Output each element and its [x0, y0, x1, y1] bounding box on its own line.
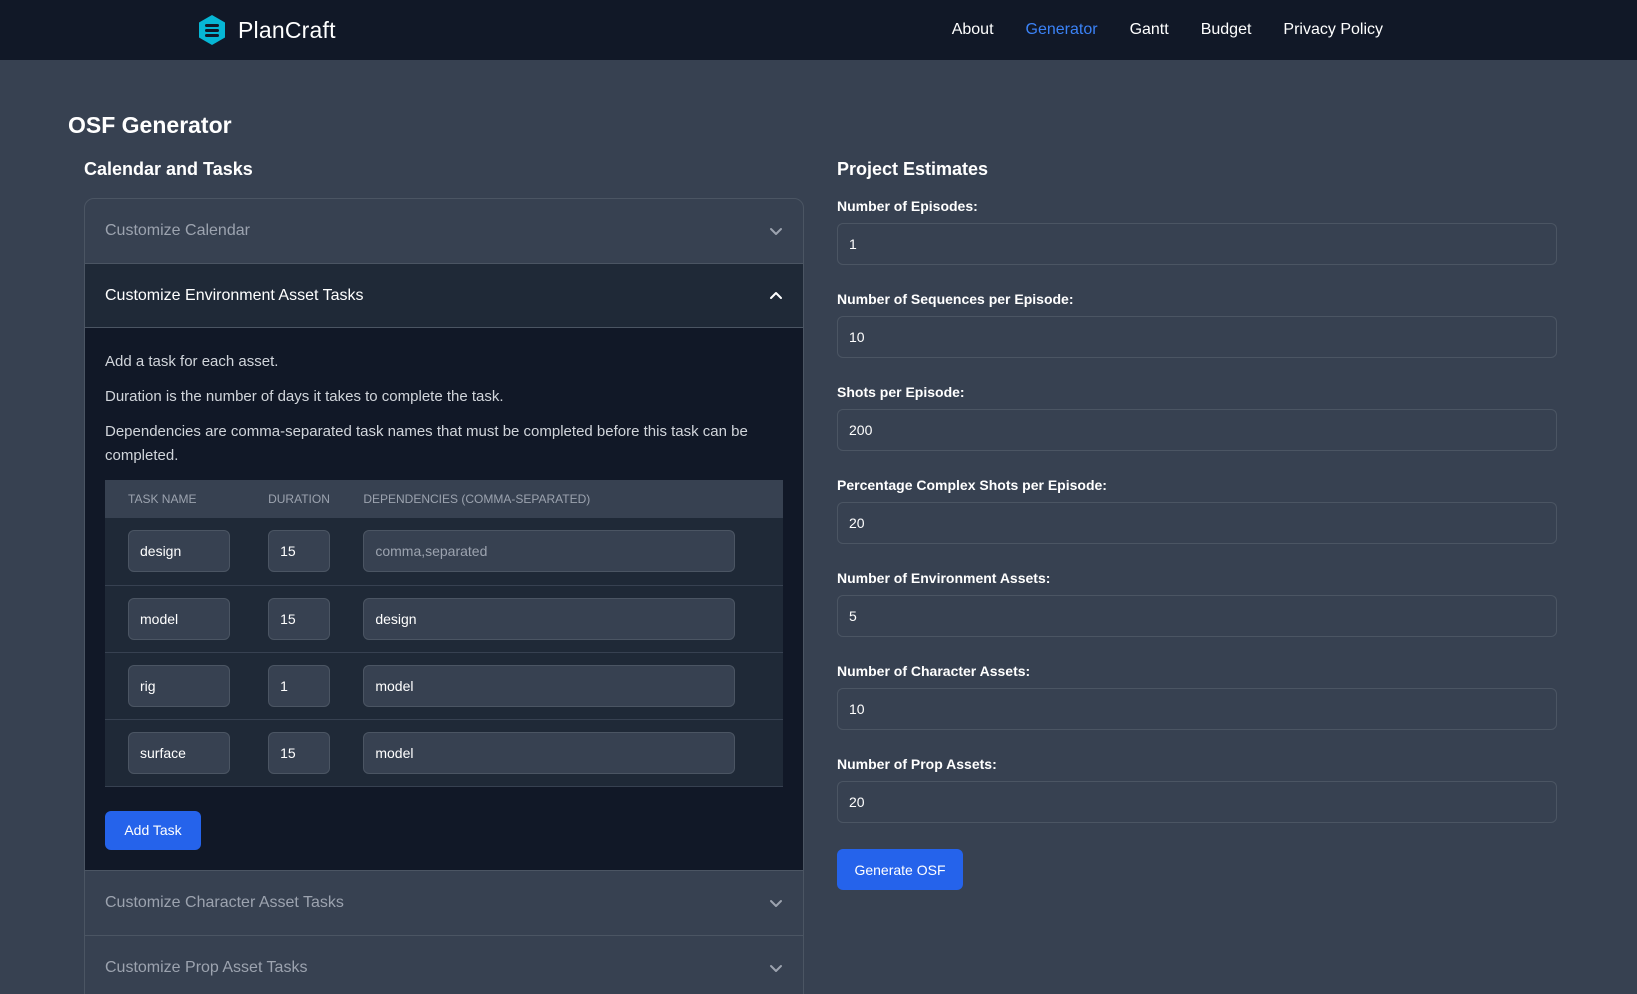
project-estimates-column: Project Estimates Number of Episodes: Nu…: [837, 159, 1557, 994]
nav-link-generator[interactable]: Generator: [1026, 21, 1098, 39]
chevron-up-icon: [769, 289, 783, 303]
generate-osf-button[interactable]: Generate OSF: [837, 849, 963, 890]
label-environment-assets: Number of Environment Assets:: [837, 570, 1051, 586]
column-header-dependencies: Dependencies (Comma-Separated): [363, 492, 591, 506]
table-cell: [340, 518, 783, 586]
table-header-row: Task Name Duration Dependencies (Comma-S…: [105, 480, 783, 518]
help-text-add-task: Add a task for each asset.: [105, 353, 279, 370]
column-header-task-name: Task Name: [128, 492, 197, 506]
table-cell: [340, 652, 783, 720]
accordion-header-character-assets[interactable]: Customize Character Asset Tasks: [85, 871, 803, 935]
table-cell: [245, 518, 341, 586]
accordion-prop-assets: Customize Prop Asset Tasks: [84, 935, 804, 994]
field-complex-shots: Percentage Complex Shots per Episode:: [837, 477, 1557, 544]
label-shots: Shots per Episode:: [837, 384, 965, 400]
complex-shots-input[interactable]: [837, 502, 1557, 544]
character-assets-input[interactable]: [837, 688, 1557, 730]
accordion-title-prop-assets: Customize Prop Asset Tasks: [105, 958, 308, 976]
task-dependencies-input[interactable]: [363, 530, 736, 573]
label-complex-shots: Percentage Complex Shots per Episode:: [837, 477, 1107, 493]
shots-input[interactable]: [837, 409, 1557, 451]
accordion-body-environment-assets: Add a task for each asset. Duration is t…: [85, 328, 803, 870]
nav-link-about[interactable]: About: [952, 21, 994, 39]
task-duration-input[interactable]: [268, 731, 331, 774]
accordion-character-assets: Customize Character Asset Tasks: [84, 870, 804, 936]
environment-assets-input[interactable]: [837, 595, 1557, 637]
help-text-dependencies: Dependencies are comma-separated task na…: [105, 423, 748, 464]
section-title-project-estimates: Project Estimates: [837, 159, 989, 179]
table-cell: [245, 585, 341, 653]
chevron-down-icon: [769, 224, 783, 238]
table-cell: [340, 719, 783, 787]
task-name-input[interactable]: [128, 664, 230, 707]
calendar-tasks-column: Calendar and Tasks Customize Calendar Cu…: [84, 159, 804, 994]
nav-link-budget[interactable]: Budget: [1201, 21, 1252, 39]
environment-tasks-table: Task Name Duration Dependencies (Comma-S…: [105, 480, 783, 787]
task-name-input[interactable]: [128, 530, 230, 573]
label-sequences: Number of Sequences per Episode:: [837, 291, 1074, 307]
section-title-calendar-tasks: Calendar and Tasks: [84, 159, 253, 179]
accordion-title-environment-assets: Customize Environment Asset Tasks: [105, 286, 364, 304]
nav-link-privacy-policy[interactable]: Privacy Policy: [1283, 21, 1383, 39]
field-prop-assets: Number of Prop Assets:: [837, 756, 1557, 823]
label-episodes: Number of Episodes:: [837, 198, 978, 214]
table-cell: [245, 652, 341, 720]
task-duration-input[interactable]: [268, 530, 331, 573]
table-cell: [340, 585, 783, 653]
task-dependencies-input[interactable]: [363, 731, 736, 774]
field-episodes: Number of Episodes:: [837, 198, 1557, 265]
chevron-down-icon: [769, 961, 783, 975]
two-column-layout: Calendar and Tasks Customize Calendar Cu…: [68, 159, 1569, 994]
task-name-input[interactable]: [128, 597, 230, 640]
task-name-input[interactable]: [128, 731, 230, 774]
stacked-layers-icon: [198, 14, 226, 46]
task-dependencies-input[interactable]: [363, 597, 736, 640]
task-duration-input[interactable]: [268, 664, 331, 707]
accordion-calendar: Customize Calendar: [84, 198, 804, 264]
accordion-header-calendar[interactable]: Customize Calendar: [85, 199, 803, 263]
add-task-button[interactable]: Add Task: [105, 810, 201, 850]
tasks-accordion: Customize Calendar Customize Environment…: [84, 198, 804, 994]
accordion-header-environment-assets[interactable]: Customize Environment Asset Tasks: [85, 264, 803, 328]
table-row: [105, 652, 783, 720]
column-header-duration: Duration: [268, 492, 330, 506]
label-prop-assets: Number of Prop Assets:: [837, 756, 997, 772]
table-cell: [105, 652, 246, 720]
nav-links: About Generator Gantt Budget Privacy Pol…: [952, 21, 1383, 39]
accordion-header-prop-assets[interactable]: Customize Prop Asset Tasks: [85, 936, 803, 994]
task-dependencies-input[interactable]: [363, 664, 736, 707]
field-shots: Shots per Episode:: [837, 384, 1557, 451]
prop-assets-input[interactable]: [837, 781, 1557, 823]
table-row: [105, 518, 783, 586]
table-cell: [105, 585, 246, 653]
nav-link-gantt[interactable]: Gantt: [1130, 21, 1169, 39]
table-cell: [245, 719, 341, 787]
table-row: [105, 719, 783, 787]
accordion-title-calendar: Customize Calendar: [105, 222, 250, 239]
field-character-assets: Number of Character Assets:: [837, 663, 1557, 730]
field-environment-assets: Number of Environment Assets:: [837, 570, 1557, 637]
table-cell: [105, 719, 246, 787]
page-content: OSF Generator Calendar and Tasks Customi…: [0, 60, 1637, 994]
episodes-input[interactable]: [837, 223, 1557, 265]
task-duration-input[interactable]: [268, 597, 331, 640]
accordion-title-character-assets: Customize Character Asset Tasks: [105, 893, 344, 911]
table-cell: [105, 518, 246, 586]
help-text-duration: Duration is the number of days it takes …: [105, 388, 504, 405]
accordion-environment-assets: Customize Environment Asset Tasks Add a …: [84, 264, 804, 871]
field-sequences: Number of Sequences per Episode:: [837, 291, 1557, 358]
table-row: [105, 585, 783, 653]
chevron-down-icon: [769, 896, 783, 910]
brand-name: PlanCraft: [238, 16, 336, 43]
top-navbar: PlanCraft About Generator Gantt Budget P…: [0, 0, 1637, 60]
brand[interactable]: PlanCraft: [198, 14, 336, 46]
page-title: OSF Generator: [68, 112, 232, 138]
sequences-input[interactable]: [837, 316, 1557, 358]
label-character-assets: Number of Character Assets:: [837, 663, 1031, 679]
